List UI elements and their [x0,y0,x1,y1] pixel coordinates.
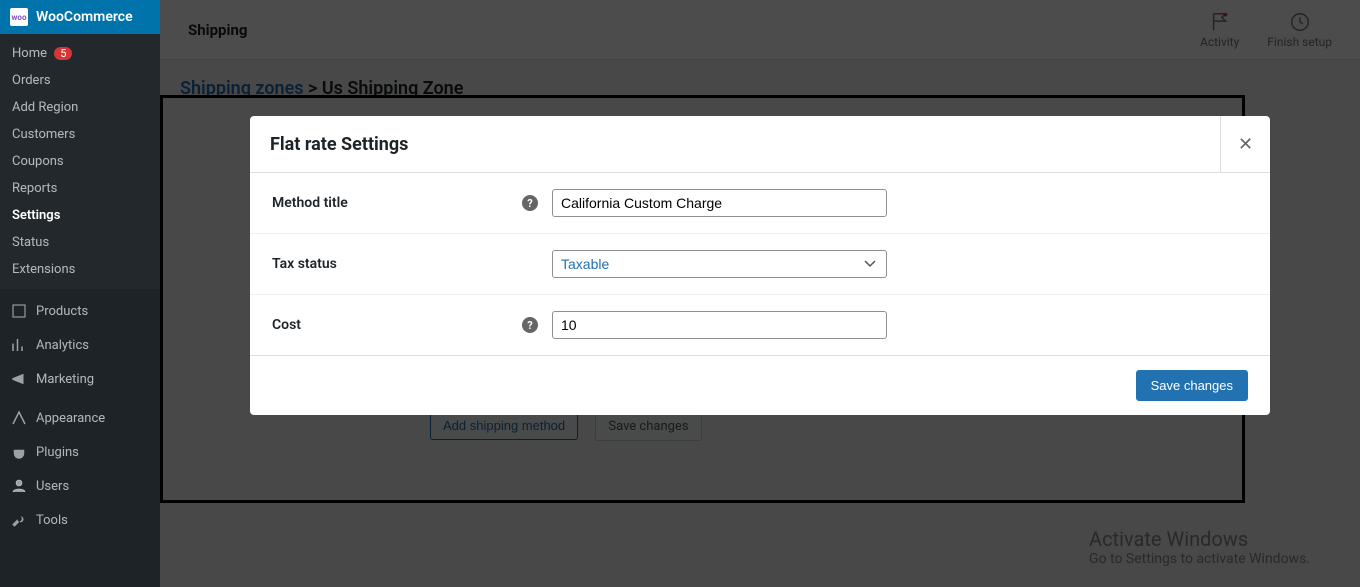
woo-icon: woo [10,8,28,26]
tax-status-select[interactable]: Taxable [552,250,887,278]
menu-plugins[interactable]: Plugins [0,435,160,469]
submenu-add-region[interactable]: Add Region [0,94,160,121]
menu-tools[interactable]: Tools [0,503,160,537]
plugins-icon [10,443,28,461]
menu-analytics[interactable]: Analytics [0,328,160,362]
appearance-icon [10,409,28,427]
menu-products[interactable]: Products [0,294,160,328]
submenu-coupons[interactable]: Coupons [0,148,160,175]
submenu-settings[interactable]: Settings [0,202,160,229]
tools-icon [10,511,28,529]
modal-title: Flat rate Settings [250,118,1220,171]
method-title-input[interactable] [552,189,887,217]
flat-rate-settings-modal: Flat rate Settings ✕ Method title ? Tax … [250,116,1270,415]
analytics-icon [10,336,28,354]
submenu-home[interactable]: Home 5 [0,40,160,67]
cost-input[interactable] [552,311,887,339]
method-title-label: Method title [272,195,348,211]
close-icon: ✕ [1238,134,1253,155]
modal-close-button[interactable]: ✕ [1220,116,1270,172]
main-content: Shipping Activity Finish setup Shipping … [160,0,1360,587]
submenu-reports[interactable]: Reports [0,175,160,202]
menu-appearance[interactable]: Appearance [0,401,160,435]
admin-sidebar: woo WooCommerce Home 5 Orders Add Region… [0,0,160,587]
brand-woocommerce[interactable]: woo WooCommerce [0,0,160,34]
brand-label: WooCommerce [36,9,133,25]
woocommerce-submenu: Home 5 Orders Add Region Customers Coupo… [0,34,160,289]
cost-label: Cost [272,317,301,333]
submenu-orders[interactable]: Orders [0,67,160,94]
modal-overlay: Flat rate Settings ✕ Method title ? Tax … [160,0,1360,587]
tax-status-label: Tax status [272,256,337,272]
admin-main-menu: Products Analytics Marketing Appearance … [0,294,160,537]
save-changes-button[interactable]: Save changes [1136,370,1248,401]
submenu-customers[interactable]: Customers [0,121,160,148]
marketing-icon [10,370,28,388]
submenu-status[interactable]: Status [0,229,160,256]
users-icon [10,477,28,495]
menu-users[interactable]: Users [0,469,160,503]
help-icon[interactable]: ? [522,317,538,333]
products-icon [10,302,28,320]
menu-marketing[interactable]: Marketing [0,362,160,396]
home-badge: 5 [54,47,72,60]
help-icon[interactable]: ? [522,195,538,211]
submenu-extensions[interactable]: Extensions [0,256,160,283]
